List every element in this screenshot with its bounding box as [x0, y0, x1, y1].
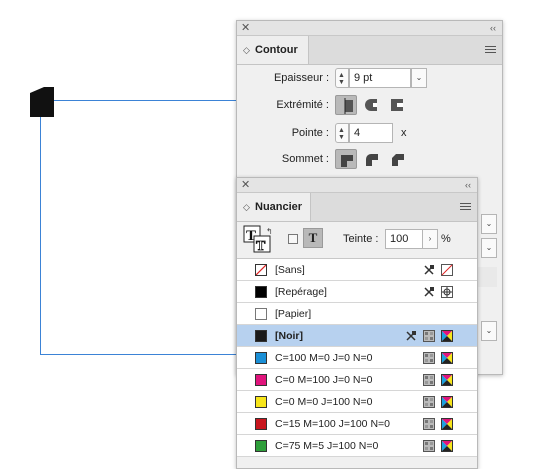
epaisseur-dropdown[interactable]: ⌄ [411, 68, 427, 88]
swatch-chip [255, 264, 267, 276]
miter-join-icon [341, 155, 353, 167]
round-cap-button[interactable] [361, 95, 383, 115]
nuancier-titlebar: ✕ ‹‹ [237, 178, 477, 193]
cmyk-icon [441, 374, 453, 386]
projecting-cap-icon [391, 99, 403, 111]
swatch-row[interactable]: C=0 M=100 J=0 N=0 [237, 369, 477, 391]
bevel-join-button[interactable] [387, 149, 409, 169]
butt-cap-button[interactable] [335, 95, 357, 115]
no-edit-icon [423, 264, 435, 276]
miter-join-button[interactable] [335, 149, 357, 169]
teinte-label: Teinte : [343, 233, 379, 245]
extremite-label: Extrémité : [276, 99, 329, 111]
swatch-chip [255, 396, 267, 408]
swatch-chip [255, 330, 267, 342]
swatch-chip [255, 440, 267, 452]
no-edit-icon [405, 330, 417, 342]
swatch-name: C=0 M=0 J=100 N=0 [275, 396, 373, 408]
swatch-row[interactable]: C=0 M=0 J=100 N=0 [237, 391, 477, 413]
contour-titlebar: ✕ ‹‹ [237, 21, 502, 36]
cmyk-icon [441, 440, 453, 452]
swatch-name: C=15 M=100 J=100 N=0 [275, 418, 390, 430]
tab-contour[interactable]: ◇ Contour [237, 36, 309, 64]
pointe-field[interactable]: 4 [349, 123, 393, 143]
pointe-label: Pointe : [291, 127, 329, 139]
tab-contour-label: Contour [255, 44, 298, 56]
round-join-button[interactable] [361, 149, 383, 169]
process-icon [423, 374, 435, 386]
tab-nuancier-label: Nuancier [255, 201, 303, 213]
swatch-chip [255, 286, 267, 298]
hidden-field [477, 267, 497, 287]
anchor-handle-icon[interactable] [30, 87, 54, 117]
svg-text:↰: ↰ [266, 227, 273, 236]
none-swatch-icon [441, 264, 453, 276]
process-icon [423, 396, 435, 408]
collapse-icon[interactable]: ‹‹ [465, 178, 471, 192]
selected-path-frame[interactable] [40, 100, 240, 355]
fill-stroke-text-icon[interactable]: T T ↰ [243, 225, 275, 255]
projecting-cap-button[interactable] [387, 95, 409, 115]
round-join-icon [366, 154, 378, 166]
teinte-field[interactable]: 100 [385, 229, 423, 249]
cmyk-icon [441, 396, 453, 408]
pointe-stepper[interactable]: ▲ ▼ [335, 123, 349, 143]
swatch-name: [Sans] [275, 264, 305, 276]
swatch-row[interactable]: [Papier] [237, 303, 477, 325]
nuancier-panel: ✕ ‹‹ ◇ Nuancier T T ↰ T Teinte : 100 › %… [236, 177, 478, 469]
chevron-updown-icon: ◇ [243, 45, 250, 55]
svg-text:T: T [256, 239, 266, 254]
swatch-row[interactable]: [Sans] [237, 259, 477, 281]
teinte-arrow[interactable]: › [422, 229, 438, 249]
hidden-dropdown-3[interactable]: ⌄ [481, 321, 497, 341]
tab-nuancier[interactable]: ◇ Nuancier [237, 193, 311, 221]
epaisseur-stepper[interactable]: ▲ ▼ [335, 68, 349, 88]
registration-icon [441, 286, 453, 298]
nuancier-tabrow: ◇ Nuancier [237, 193, 477, 222]
process-icon [423, 440, 435, 452]
swatch-name: C=75 M=5 J=100 N=0 [275, 440, 379, 452]
bevel-join-icon [392, 154, 404, 166]
process-icon [423, 330, 435, 342]
round-cap-icon [365, 99, 377, 111]
epaisseur-field[interactable]: 9 pt [349, 68, 411, 88]
contour-tabrow: ◇ Contour [237, 36, 502, 65]
pointe-unit: x [401, 127, 407, 139]
swatch-name: C=100 M=0 J=0 N=0 [275, 352, 373, 364]
panel-menu-icon[interactable] [460, 203, 471, 211]
hidden-dropdown-1[interactable]: ⌄ [481, 214, 497, 234]
cmyk-icon [441, 418, 453, 430]
teinte-unit: % [441, 233, 451, 245]
swatch-name: C=0 M=100 J=0 N=0 [275, 374, 373, 386]
swatch-chip [255, 308, 267, 320]
cmyk-icon [441, 330, 453, 342]
swatch-list: [Sans] [Repérage] [Papier] [Noir] C=100 M=0 … [237, 258, 477, 469]
cmyk-icon [441, 352, 453, 364]
panel-menu-icon[interactable] [485, 46, 496, 54]
swatch-row[interactable]: [Repérage] [237, 281, 477, 303]
epaisseur-label: Epaisseur : [273, 72, 329, 84]
collapse-icon[interactable]: ‹‹ [490, 21, 496, 35]
swatch-name: [Noir] [275, 330, 303, 342]
container-format-icon[interactable] [288, 234, 298, 244]
close-icon[interactable]: ✕ [241, 21, 250, 35]
butt-cap-icon [344, 98, 353, 114]
swatch-row[interactable]: C=75 M=5 J=100 N=0 [237, 435, 477, 457]
swatch-chip [255, 418, 267, 430]
hidden-dropdown-2[interactable]: ⌄ [481, 238, 497, 258]
close-icon[interactable]: ✕ [241, 178, 250, 192]
sommet-label: Sommet : [281, 153, 329, 165]
chevron-updown-icon: ◇ [243, 202, 250, 212]
process-icon [423, 352, 435, 364]
process-icon [423, 418, 435, 430]
swatch-row[interactable]: C=15 M=100 J=100 N=0 [237, 413, 477, 435]
swatch-name: [Repérage] [275, 286, 327, 298]
swatch-name: [Papier] [275, 308, 312, 320]
no-edit-icon [423, 286, 435, 298]
swatch-row[interactable]: C=100 M=0 J=0 N=0 [237, 347, 477, 369]
swatch-chip [255, 374, 267, 386]
swatch-row[interactable]: [Noir] [237, 325, 477, 347]
swatch-chip [255, 352, 267, 364]
text-format-button[interactable]: T [303, 228, 323, 248]
